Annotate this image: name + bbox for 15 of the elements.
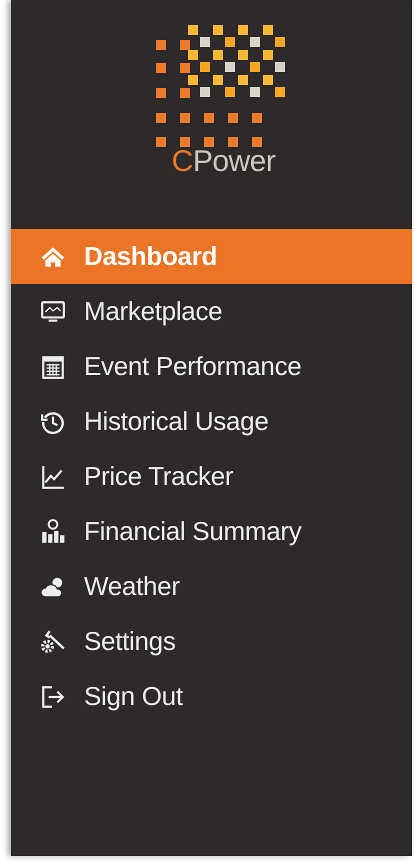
brand-name: CPower [172, 145, 276, 179]
line-chart-icon [40, 464, 66, 490]
calendar-icon [40, 354, 66, 380]
menu-item[interactable]: Marketplace [11, 284, 412, 339]
menu-item[interactable]: Price Tracker [11, 449, 412, 504]
menu-item[interactable]: Event Performance [11, 339, 412, 394]
menu-item[interactable]: Historical Usage [11, 394, 412, 449]
menu-item[interactable]: Sign Out [11, 669, 412, 724]
sign-out-icon [40, 684, 66, 710]
menu-item[interactable]: Weather [11, 559, 412, 614]
menu-item[interactable]: Financial Summary [11, 504, 412, 559]
menu-item[interactable]: Settings [11, 614, 412, 669]
settings-icon [40, 628, 66, 654]
monitor-icon [40, 298, 66, 324]
finance-chart-icon [40, 518, 66, 544]
